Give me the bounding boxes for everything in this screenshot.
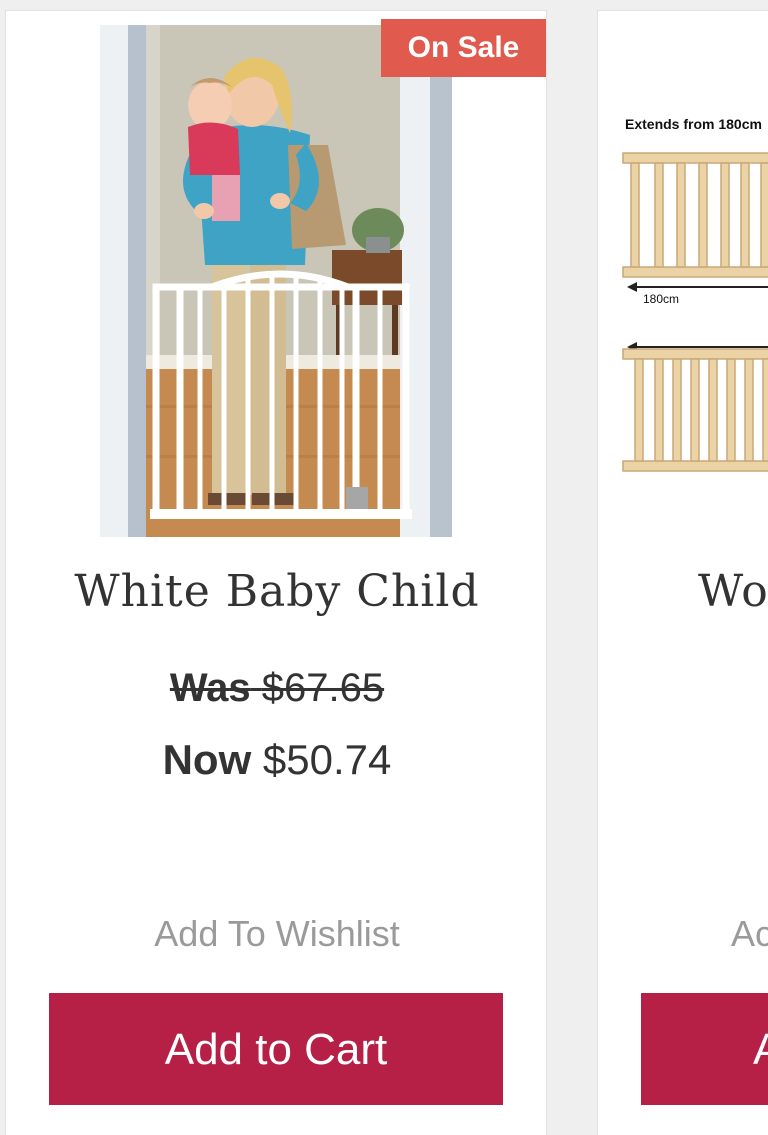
price-was-value: $67.65 xyxy=(261,666,385,710)
product-card: On Sale White Baby Child Was $67.65 Now … xyxy=(5,10,547,1135)
product-image[interactable] xyxy=(100,25,452,537)
add-to-wishlist-link[interactable]: Add To Wishlist xyxy=(6,913,548,955)
add-to-cart-button[interactable]: A xyxy=(641,993,768,1105)
add-to-wishlist-link[interactable]: Ac xyxy=(731,913,768,955)
price-was-label: Was xyxy=(169,666,251,710)
price-now: Now $50.74 xyxy=(6,736,548,784)
price-now-value: $50.74 xyxy=(262,736,392,783)
product-image[interactable]: Extends from 180cm 180cm xyxy=(613,91,768,511)
add-to-cart-button[interactable]: Add to Cart xyxy=(49,993,503,1105)
product-card: Extends from 180cm 180cm Wo Ac A xyxy=(597,10,768,1135)
product-grid: On Sale White Baby Child Was $67.65 Now … xyxy=(0,0,768,1135)
price-was: Was $67.65 xyxy=(6,666,548,711)
baby-gate-photo-icon xyxy=(100,25,452,537)
price-now-label: Now xyxy=(162,736,252,783)
product-title[interactable]: Wo xyxy=(698,566,768,617)
image-measure: 180cm xyxy=(643,292,679,306)
wooden-gate-photo-icon: Extends from 180cm 180cm xyxy=(613,91,768,511)
on-sale-badge: On Sale xyxy=(381,19,546,77)
product-title[interactable]: White Baby Child xyxy=(6,566,548,617)
image-caption: Extends from 180cm xyxy=(625,116,762,132)
